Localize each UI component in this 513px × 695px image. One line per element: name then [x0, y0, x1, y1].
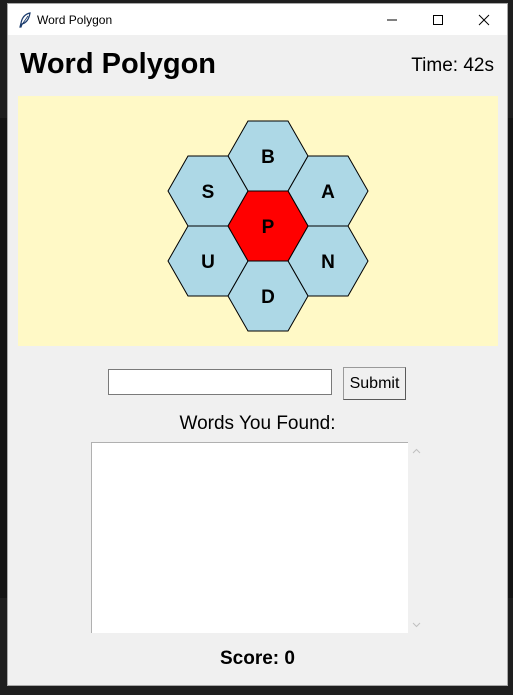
hexagon-board-canvas: B S A U N D P	[167, 120, 369, 332]
submit-button[interactable]: Submit	[343, 367, 406, 400]
word-input[interactable]	[108, 369, 332, 395]
hex-letter-top: B	[261, 147, 275, 168]
title-bar[interactable]: Word Polygon	[8, 4, 507, 35]
found-words-scrollbar[interactable]	[408, 442, 425, 633]
timer-label: Time: 42s	[411, 55, 494, 76]
found-words-label: Words You Found:	[179, 413, 336, 434]
hex-letter-center: P	[262, 217, 275, 238]
feather-icon	[19, 12, 31, 28]
window-title: Word Polygon	[37, 13, 113, 27]
found-words-list[interactable]	[91, 442, 408, 633]
page-title: Word Polygon	[20, 48, 217, 80]
hex-letter-lower-right: N	[321, 252, 335, 273]
scroll-down-button[interactable]	[408, 616, 425, 633]
hexagon-board: B S A U N D P	[18, 96, 498, 346]
maximize-button[interactable]	[415, 4, 461, 35]
minimize-button[interactable]	[369, 4, 415, 35]
hex-letter-bottom: D	[261, 287, 275, 308]
scroll-up-button[interactable]	[408, 442, 425, 459]
close-button[interactable]	[461, 4, 507, 35]
close-icon	[478, 14, 490, 25]
chevron-down-icon	[412, 622, 421, 627]
chevron-up-icon	[412, 448, 421, 453]
score-label: Score: 0	[220, 648, 295, 669]
hex-letter-upper-right: A	[321, 182, 335, 203]
app-window: Word Polygon Word Polygon Time: 42s B S …	[7, 3, 508, 686]
hex-letter-lower-left: U	[201, 252, 215, 273]
maximize-icon	[433, 14, 443, 25]
minimize-icon	[387, 19, 397, 20]
hex-letter-upper-left: S	[202, 182, 215, 203]
